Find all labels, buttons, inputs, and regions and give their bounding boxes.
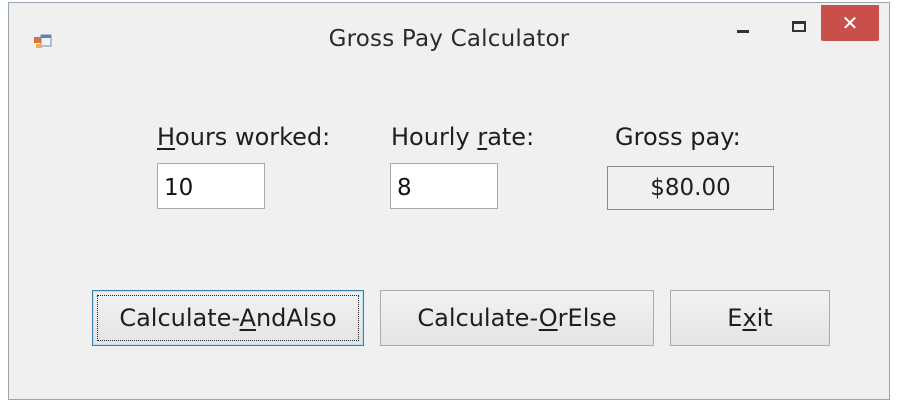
minimize-icon [737, 29, 749, 33]
close-button[interactable]: ✕ [821, 5, 879, 41]
title-bar[interactable]: Gross Pay Calculator ✕ [9, 3, 889, 69]
maximize-icon [792, 20, 806, 32]
minimize-button[interactable] [723, 11, 763, 41]
exit-label: Exit [727, 304, 773, 332]
exit-button[interactable]: Exit [670, 290, 830, 346]
calculate-andalso-label: Calculate-AndAlso [119, 304, 337, 332]
hours-worked-input[interactable] [157, 163, 265, 209]
hours-worked-label: Hours worked: [157, 123, 331, 151]
calculate-andalso-button[interactable]: Calculate-AndAlso [92, 290, 364, 346]
calculate-orelse-label: Calculate-OrElse [417, 304, 617, 332]
gross-pay-output: $80.00 [607, 166, 774, 210]
gross-pay-label: Gross pay: [615, 123, 741, 151]
hourly-rate-label: Hourly rate: [391, 123, 535, 151]
maximize-button[interactable] [779, 11, 819, 41]
calculate-orelse-button[interactable]: Calculate-OrElse [380, 290, 654, 346]
hourly-rate-input[interactable] [390, 163, 498, 209]
close-icon: ✕ [841, 11, 859, 35]
gross-pay-window: Gross Pay Calculator ✕ Hours worked: Hou… [8, 2, 890, 400]
